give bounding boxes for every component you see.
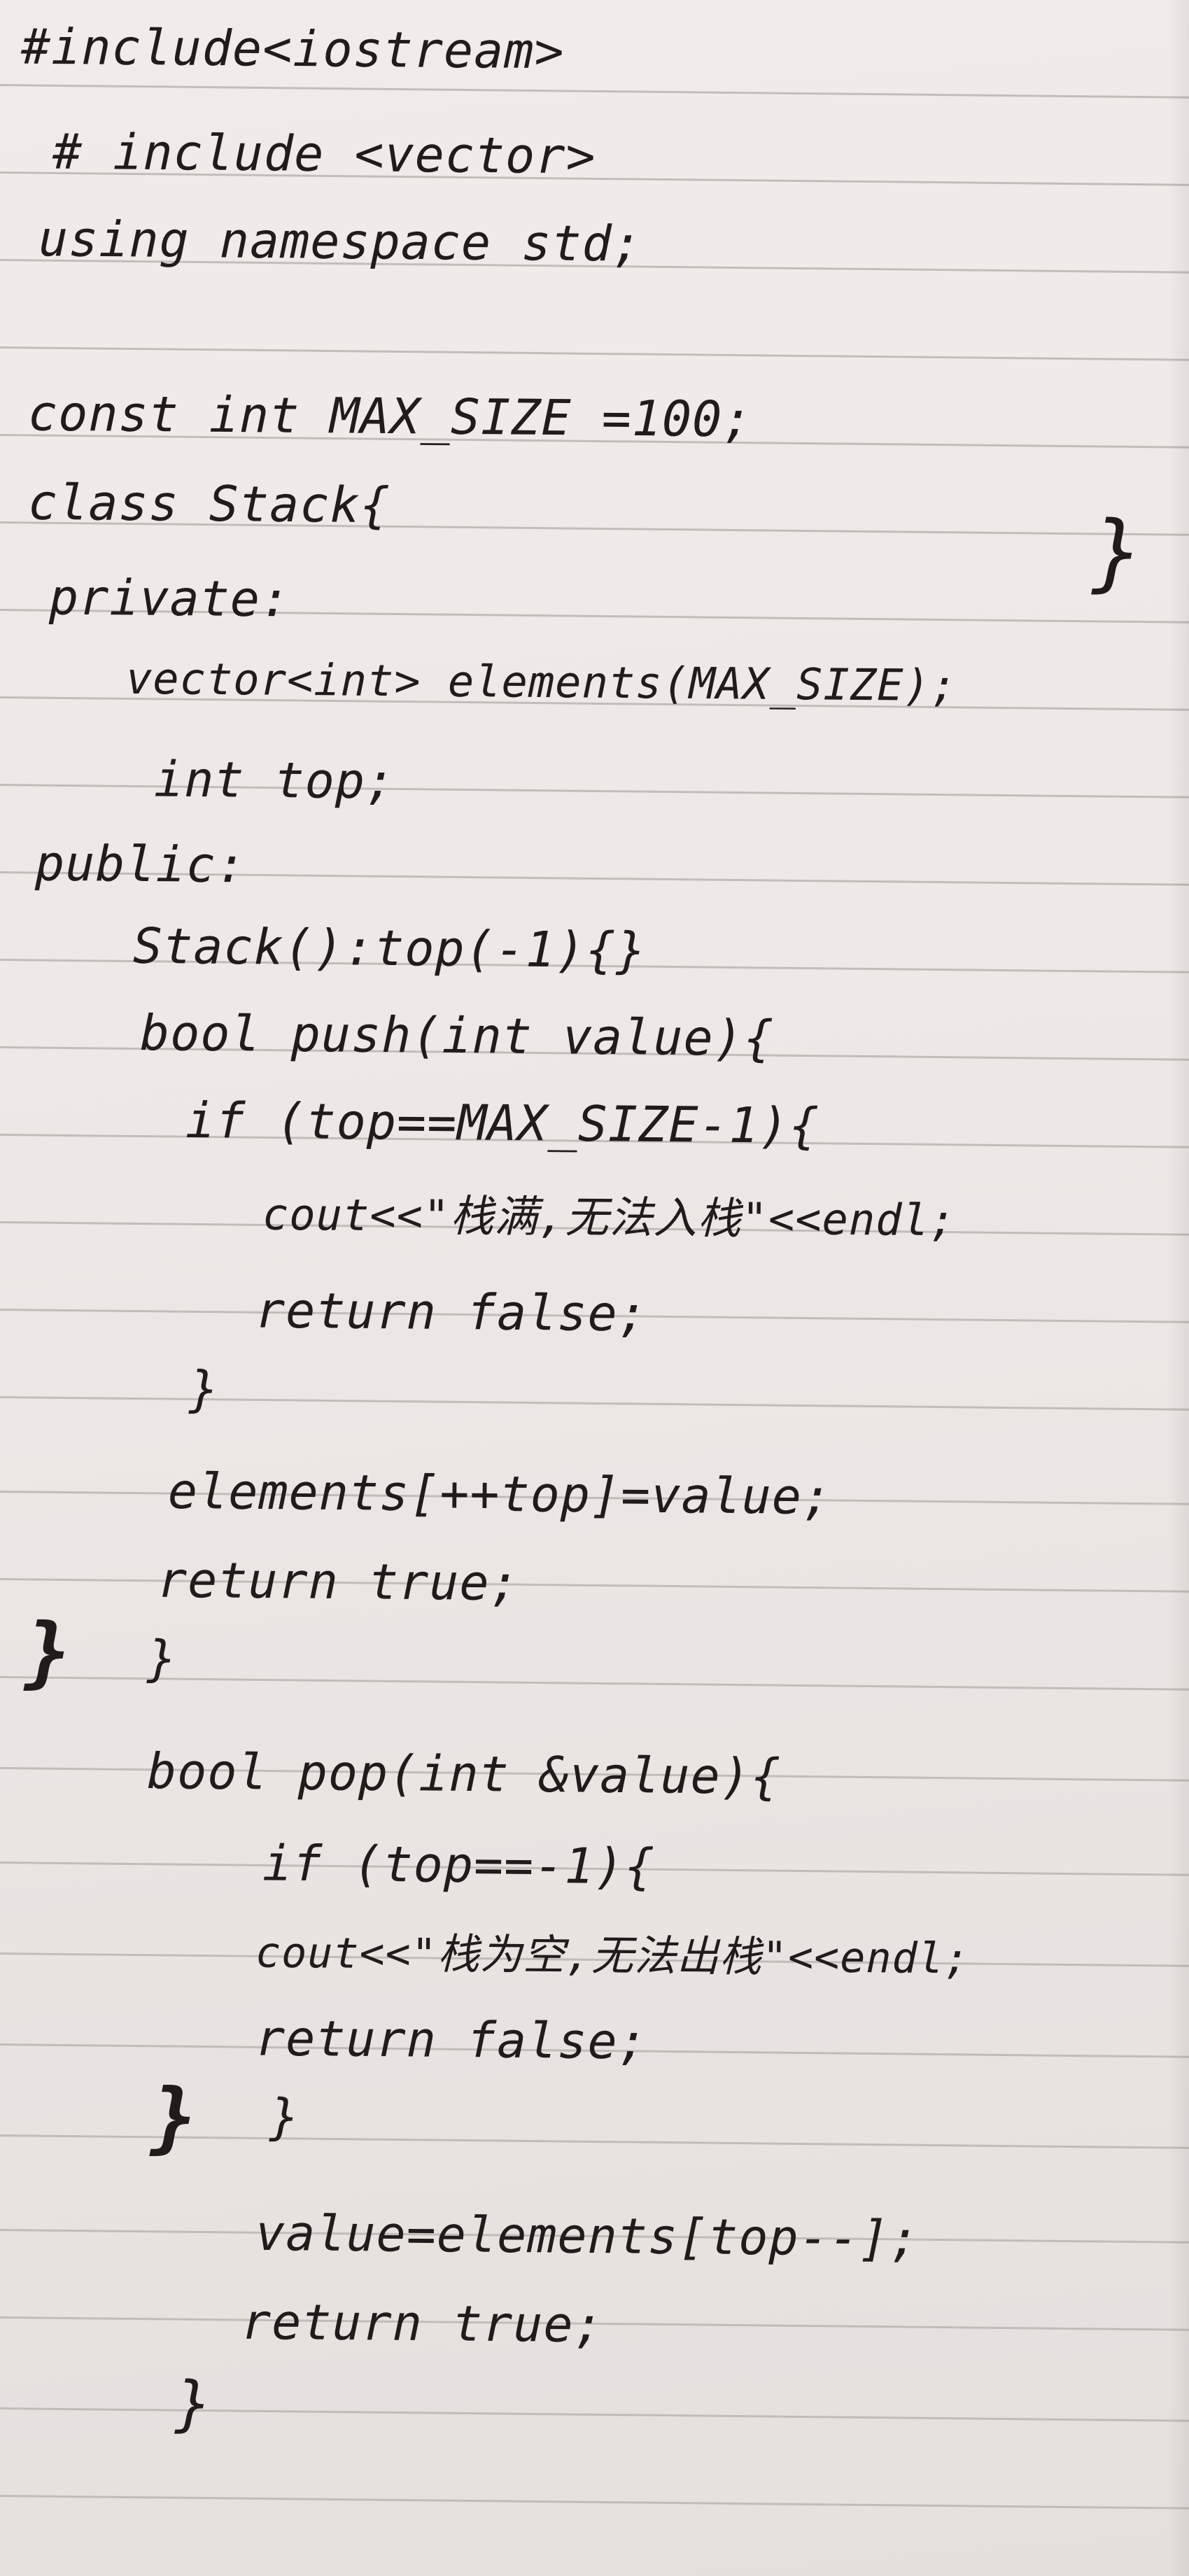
code-line-return-false-2: return false; — [255, 2009, 649, 2071]
code-line-bool-push: bool push(int value){ — [139, 1004, 775, 1067]
code-line-vector-elements: vector<int> elements(MAX_SIZE); — [125, 652, 958, 712]
code-line-stack-constructor: Stack():top(-1){} — [132, 917, 647, 980]
code-line-return-true-2: return true; — [241, 2293, 605, 2354]
code-line-if-full: if (top==MAX_SIZE-1){ — [185, 1092, 820, 1155]
code-line-public: public: — [34, 834, 247, 894]
code-line-close-if-2: } — [269, 2088, 300, 2146]
code-line-close-if-1: } — [188, 1360, 220, 1419]
code-line-include-iostream: #include<iostream> — [20, 17, 565, 80]
code-line-using-namespace: using namespace std; — [38, 210, 643, 273]
stray-brace-right: } — [1092, 504, 1143, 601]
code-line-elements-assign: elements[++top]=value; — [167, 1462, 833, 1526]
page-edge-shadow — [1168, 0, 1189, 2576]
code-line-value-assign: value=elements[top--]; — [255, 2204, 920, 2268]
code-line-include-vector: # include <vector> — [52, 122, 596, 185]
code-line-cout-empty: cout<<"栈为空,无法出栈"<<endl; — [255, 1928, 971, 1984]
code-line-cout-full: cout<<"栈满,无法入栈"<<endl; — [262, 1188, 957, 1246]
ruled-line — [0, 2495, 1189, 2510]
code-line-close-push: } — [146, 1629, 178, 1688]
code-line-if-empty: if (top==-1){ — [262, 1834, 656, 1896]
code-line-return-true-1: return true; — [157, 1551, 521, 1612]
ruled-line — [0, 346, 1189, 361]
ruled-line — [0, 1396, 1189, 1411]
ruled-line — [0, 84, 1189, 99]
code-line-class-stack: class Stack{ — [27, 473, 391, 535]
code-line-const-max-size: const int MAX_SIZE =100; — [27, 384, 753, 449]
stray-brace-left-margin: } — [24, 1607, 71, 1696]
code-line-return-false-1: return false; — [255, 1281, 649, 1343]
code-line-private: private: — [48, 568, 291, 628]
stray-brace-pop-if: } — [150, 2072, 197, 2162]
code-line-int-top: int top; — [153, 750, 396, 810]
code-line-close-pop: } — [174, 2368, 213, 2440]
ruled-line — [0, 1676, 1189, 1691]
code-line-bool-pop: bool pop(int &value){ — [146, 1743, 782, 1806]
notebook-page: #include<iostream> # include <vector> us… — [0, 0, 1189, 2576]
